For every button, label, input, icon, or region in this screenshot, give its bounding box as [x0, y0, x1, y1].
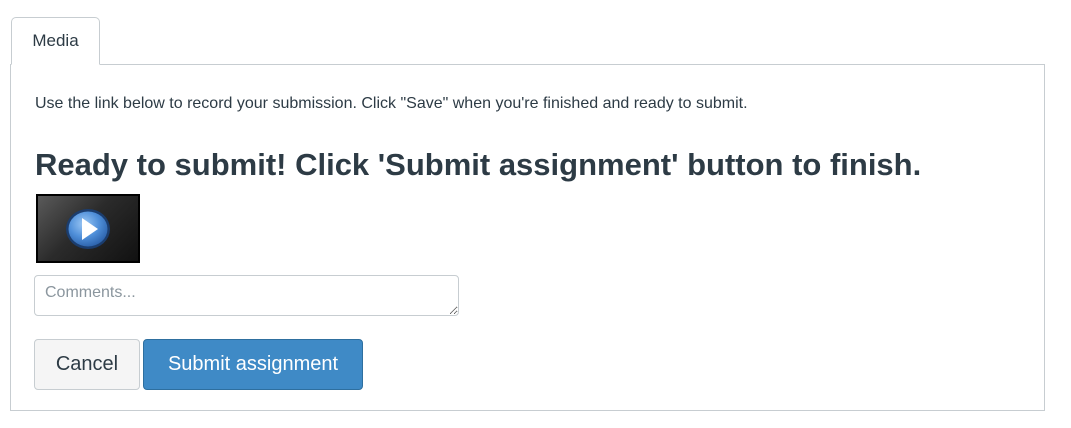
submit-assignment-button[interactable]: Submit assignment: [143, 339, 363, 390]
media-panel: Use the link below to record your submis…: [10, 64, 1045, 411]
ready-heading: Ready to submit! Click 'Submit assignmen…: [35, 147, 922, 182]
play-video-icon: [66, 209, 110, 249]
instructions-text: Use the link below to record your submis…: [35, 95, 748, 112]
media-recording-thumbnail[interactable]: [36, 194, 140, 263]
cancel-button[interactable]: Cancel: [34, 339, 140, 390]
tab-media[interactable]: Media: [11, 17, 100, 65]
comments-input[interactable]: [34, 275, 459, 316]
tab-media-label: Media: [32, 31, 79, 50]
